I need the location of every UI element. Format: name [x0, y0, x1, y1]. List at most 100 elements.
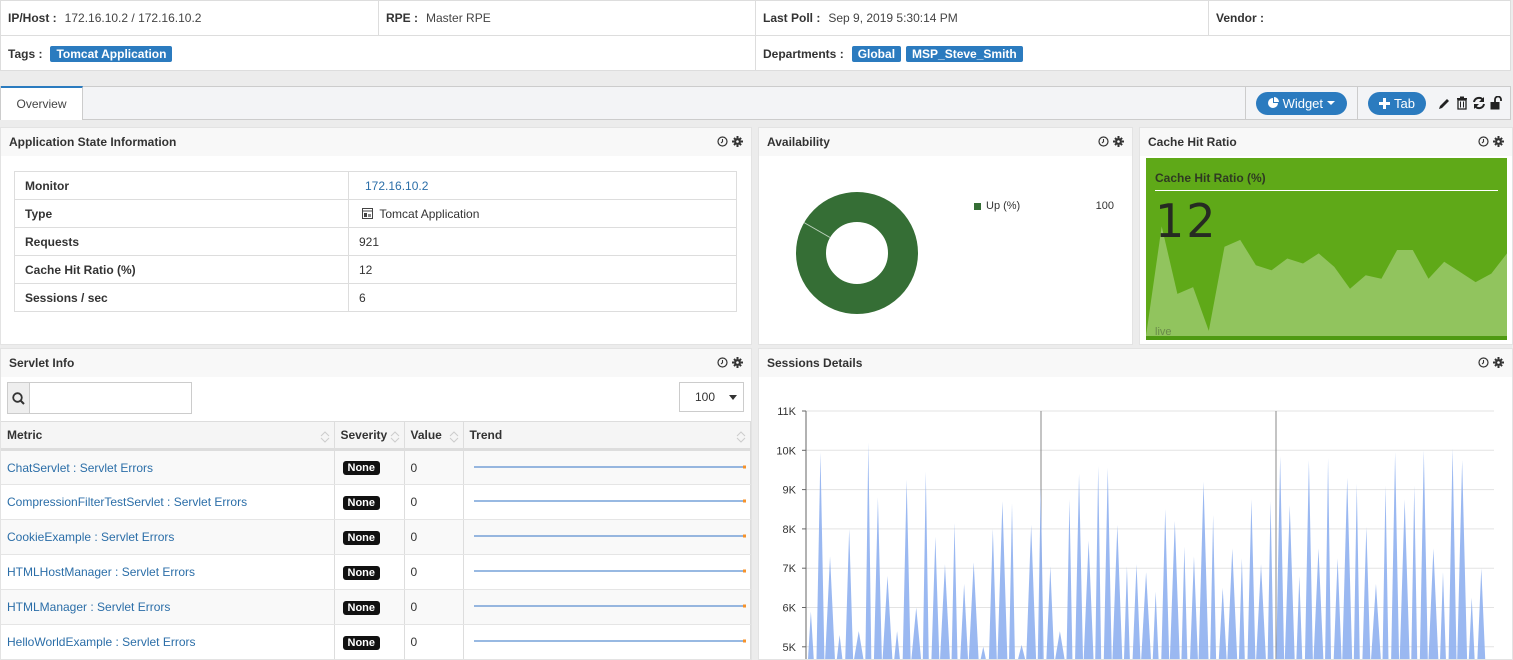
- row-value: 921: [348, 227, 737, 256]
- dashboard-toolbar: Widget Tab: [1244, 87, 1510, 119]
- search-input[interactable]: [30, 383, 191, 413]
- sort-icon: [736, 431, 746, 443]
- delete-button[interactable]: [1453, 94, 1470, 112]
- page-size-value: 100: [694, 390, 715, 404]
- metric-link[interactable]: HTMLManager : Servlet Errors: [7, 600, 170, 614]
- tab-overview[interactable]: Overview: [1, 86, 83, 120]
- session-spike: [1399, 499, 1410, 659]
- session-spike: [1342, 477, 1353, 659]
- severity-cell: None: [334, 484, 405, 520]
- panel-title: Sessions Details: [767, 356, 863, 370]
- session-spike: [1267, 501, 1274, 659]
- column-header-metric[interactable]: Metric: [1, 421, 335, 451]
- session-spike: [1296, 576, 1303, 659]
- servlet-search: [7, 382, 192, 414]
- session-spike: [1325, 458, 1332, 659]
- tag-badge[interactable]: Tomcat Application: [50, 45, 173, 62]
- edit-button[interactable]: [1436, 94, 1453, 112]
- add-tab-label: Tab: [1394, 95, 1415, 111]
- rpe-label: RPE :: [386, 11, 419, 25]
- last-poll-value: Sep 9, 2019 5:30:14 PM: [828, 11, 958, 25]
- severity-badge: None: [342, 530, 380, 545]
- gear-icon[interactable]: [1493, 136, 1504, 147]
- panel-title: Cache Hit Ratio: [1148, 135, 1237, 149]
- clock-icon[interactable]: [1098, 136, 1109, 147]
- column-header-severity[interactable]: Severity: [334, 421, 405, 451]
- trash-icon: [1456, 96, 1467, 110]
- panel-header: Sessions Details: [759, 349, 1512, 377]
- trend-cell: [463, 624, 751, 659]
- session-spike: [1313, 548, 1324, 659]
- session-spike: [1103, 467, 1112, 659]
- session-spike: [1055, 631, 1065, 659]
- pencil-icon: [1439, 98, 1449, 109]
- ip-host-label: IP/Host :: [8, 11, 57, 25]
- y-tick-label: 9K: [783, 485, 797, 497]
- session-spike: [882, 576, 893, 659]
- table-row: Type Tomcat Application: [14, 199, 737, 228]
- monitor-link[interactable]: 172.16.10.2: [365, 179, 428, 193]
- clock-icon[interactable]: [1478, 136, 1489, 147]
- column-header-value[interactable]: Value: [404, 421, 464, 451]
- session-spike: [1112, 524, 1123, 659]
- trend-sparkline: [473, 534, 746, 538]
- gear-icon[interactable]: [1113, 136, 1124, 147]
- severity-cell: None: [334, 589, 405, 625]
- widget-button[interactable]: Widget: [1255, 91, 1348, 115]
- trend-sparkline: [473, 465, 746, 468]
- session-spike: [1198, 481, 1209, 659]
- department-badge-global[interactable]: Global: [851, 45, 902, 62]
- value-cell: 0: [404, 519, 464, 555]
- department-badge-msp[interactable]: MSP_Steve_Smith: [906, 45, 1023, 62]
- metric-link[interactable]: CompressionFilterTestServlet : Servlet E…: [7, 495, 247, 509]
- refresh-button[interactable]: [1470, 94, 1487, 112]
- row-value: 12: [348, 255, 737, 284]
- metric-link[interactable]: HelloWorldExample : Servlet Errors: [7, 635, 196, 649]
- session-spike: [836, 635, 843, 659]
- trend-sparkline: [473, 569, 746, 573]
- trend-cell: [463, 589, 751, 625]
- metric-link[interactable]: ChatServlet : Servlet Errors: [7, 461, 153, 475]
- metric-link[interactable]: CookieExample : Servlet Errors: [7, 530, 174, 544]
- table-row: Monitor 172.16.10.2: [14, 171, 737, 200]
- clock-icon[interactable]: [1478, 357, 1489, 368]
- session-spike: [1247, 499, 1256, 659]
- gear-icon[interactable]: [1493, 357, 1504, 368]
- servlet-table: Metric Severity Value Trend ChatServlet …: [1, 421, 751, 659]
- session-spike: [1210, 515, 1217, 659]
- sort-icon: [320, 431, 329, 443]
- severity-cell: None: [334, 449, 405, 485]
- row-value: 172.16.10.2: [348, 171, 737, 200]
- lock-button[interactable]: [1487, 94, 1504, 112]
- metric-cell: HelloWorldExample : Servlet Errors: [1, 624, 335, 659]
- caret-down-icon: [1327, 101, 1336, 105]
- trend-cell: [463, 449, 751, 485]
- session-spike: [1132, 564, 1141, 659]
- page-size-select[interactable]: 100: [679, 382, 744, 412]
- session-spike: [1391, 452, 1400, 659]
- clock-icon[interactable]: [717, 357, 728, 368]
- metric-cell: CookieExample : Servlet Errors: [1, 519, 335, 555]
- session-spike: [1009, 503, 1015, 659]
- gear-icon[interactable]: [732, 357, 743, 368]
- panel-header: Availability: [759, 128, 1132, 156]
- pie-chart-icon: [1267, 97, 1279, 108]
- donut-slice-up[interactable]: [796, 192, 918, 314]
- column-header-trend[interactable]: Trend: [463, 421, 751, 451]
- metric-link[interactable]: HTMLHostManager : Servlet Errors: [7, 565, 195, 579]
- value-cell: 0: [404, 589, 464, 625]
- legend-swatch: [974, 202, 981, 210]
- search-button[interactable]: [8, 383, 30, 413]
- severity-cell: None: [334, 624, 405, 659]
- session-spike: [1428, 548, 1439, 659]
- session-spike: [1371, 583, 1381, 659]
- last-poll-label: Last Poll :: [763, 11, 821, 25]
- cache-hit-ratio-panel: Cache Hit Ratio Cache Hit Ratio (%) 12 l…: [1139, 127, 1513, 345]
- availability-legend: Up (%) 100: [974, 200, 1134, 212]
- add-tab-button[interactable]: Tab: [1368, 91, 1426, 115]
- sessions-details-panel: Sessions Details 5K 6K 7K 8K 9K 10K 11K: [758, 348, 1513, 660]
- search-icon: [12, 391, 25, 405]
- gear-icon[interactable]: [732, 136, 743, 147]
- clock-icon[interactable]: [717, 136, 728, 147]
- last-poll-field: Last Poll : Sep 9, 2019 5:30:14 PM: [756, 1, 1209, 35]
